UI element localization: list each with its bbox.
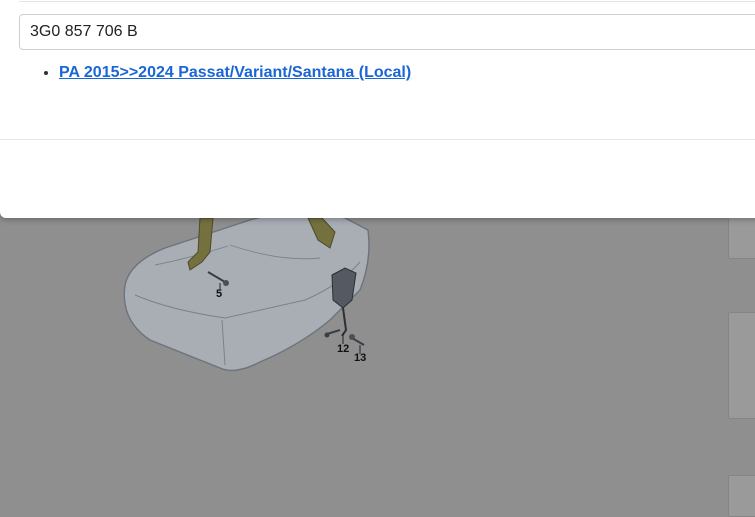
search-results-popup: PA 2015>>2024 Passat/Variant/Santana (Lo… — [0, 0, 755, 218]
side-panel-tab[interactable] — [728, 215, 755, 259]
part-number-search-input[interactable] — [19, 14, 755, 50]
bolt-13 — [349, 334, 365, 354]
side-panel-tab[interactable] — [728, 475, 755, 517]
list-item: PA 2015>>2024 Passat/Variant/Santana (Lo… — [59, 64, 411, 82]
callout-label[interactable]: 12 — [337, 343, 349, 355]
side-panel-tab[interactable] — [728, 312, 755, 419]
result-link-model[interactable]: PA 2015>>2024 Passat/Variant/Santana (Lo… — [59, 64, 411, 81]
popup-divider — [0, 139, 755, 140]
popup-top-rule — [19, 1, 755, 2]
belt-buckle — [331, 267, 357, 337]
callout-label[interactable]: 13 — [354, 352, 366, 364]
search-result-list: PA 2015>>2024 Passat/Variant/Santana (Lo… — [20, 64, 411, 82]
bolt-12 — [324, 329, 344, 344]
callout-label[interactable]: 5 — [216, 288, 222, 300]
